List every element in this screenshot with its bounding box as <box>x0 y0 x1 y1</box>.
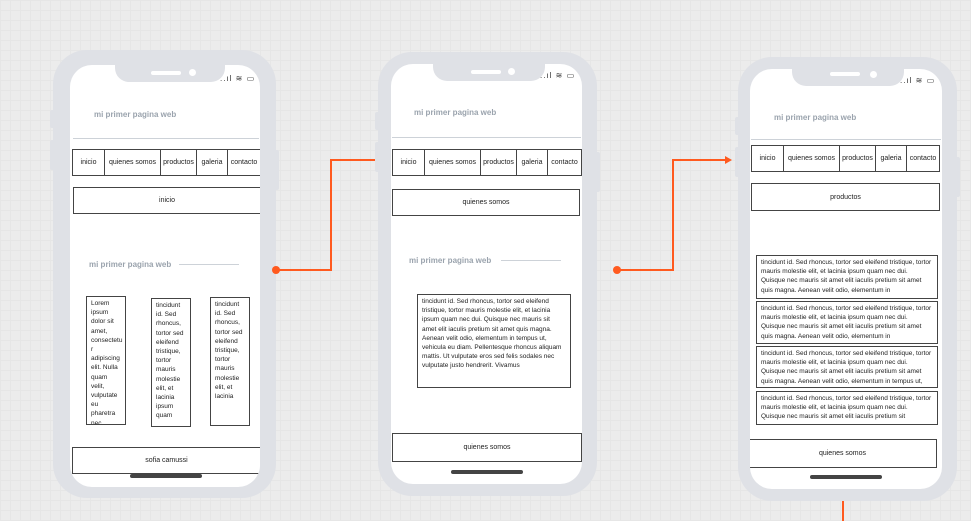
phone-side-button <box>735 117 740 135</box>
footer-box: quienes somos <box>392 433 582 462</box>
page-heading-box: quienes somos <box>392 189 580 216</box>
nav-item-inicio[interactable]: inicio <box>73 150 105 175</box>
text-paragraph: tincidunt id. Sed rhoncus, tortor sed el… <box>417 294 571 388</box>
connector-line <box>672 159 725 161</box>
connector-arrowhead <box>725 156 732 164</box>
nav-item-galeria[interactable]: galeria <box>876 146 907 171</box>
text-paragraph-1: tincidunt id. Sed rhoncus, tortor sed el… <box>756 255 938 299</box>
connector-line <box>842 501 844 521</box>
nav-item-contacto[interactable]: contacto <box>548 150 581 175</box>
status-icons: ..ıl ≋ ▭ <box>540 71 576 80</box>
text-column-2: tincidunt id. Sed rhoncus, tortor sed el… <box>151 298 191 427</box>
nav-item-productos[interactable]: productos <box>161 150 197 175</box>
text-column-3: tincidunt id. Sed rhoncus, tortor sed el… <box>210 297 250 426</box>
status-icons: ..ıl ≋ ▭ <box>220 74 256 83</box>
phone-side-button <box>375 142 380 172</box>
phone-side-button <box>955 157 960 197</box>
section-rule <box>179 264 239 265</box>
divider <box>392 137 581 138</box>
nav-item-productos[interactable]: productos <box>840 146 876 171</box>
section-title: mi primer pagina web <box>89 260 172 269</box>
nav-item-quienes-somos[interactable]: quienes somos <box>105 150 161 175</box>
phone-mockup-2: ..ıl ≋ ▭ mi primer pagina web inicio qui… <box>375 52 600 496</box>
phone-side-button <box>595 152 600 192</box>
phone-mockup-1: ..ıl ≋ ▭ mi primer pagina web inicio qui… <box>50 50 279 498</box>
page-heading-box: productos <box>751 183 940 211</box>
nav-bar[interactable]: inicio quienes somos productos galeria c… <box>72 149 260 176</box>
phone-side-button <box>50 140 55 170</box>
connector-line <box>672 160 674 271</box>
phone-side-button <box>735 147 740 177</box>
divider <box>73 138 259 139</box>
home-indicator <box>130 474 202 478</box>
connector-line <box>617 269 674 271</box>
nav-item-productos[interactable]: productos <box>481 150 517 175</box>
text-paragraph-2: tincidunt id. Sed rhoncus, tortor sed el… <box>756 301 938 344</box>
footer-box: sofia camussi <box>72 447 260 474</box>
speaker <box>151 71 181 75</box>
nav-item-quienes-somos[interactable]: quienes somos <box>425 150 481 175</box>
text-paragraph-3: tincidunt id. Sed rhoncus, tortor sed el… <box>756 346 938 388</box>
divider <box>751 139 941 140</box>
phone-side-button <box>375 112 380 130</box>
connector-line <box>330 160 332 271</box>
status-icons: ..ıl ≋ ▭ <box>900 76 936 85</box>
nav-item-contacto[interactable]: contacto <box>228 150 260 175</box>
phone-screen: ..ıl ≋ ▭ mi primer pagina web inicio qui… <box>391 64 582 484</box>
connector-line <box>276 269 331 271</box>
nav-item-contacto[interactable]: contacto <box>907 146 939 171</box>
text-paragraph-4: tincidunt id. Sed rhoncus, tortor sed el… <box>756 391 938 425</box>
camera <box>870 71 877 78</box>
speaker <box>830 72 860 76</box>
phone-side-button <box>274 150 279 190</box>
phone-screen: ..ıl ≋ ▭ mi primer pagina web inicio qui… <box>70 65 260 487</box>
site-title: mi primer pagina web <box>414 108 497 117</box>
site-title: mi primer pagina web <box>774 113 857 122</box>
connector-line <box>330 159 378 161</box>
nav-item-galeria[interactable]: galeria <box>517 150 548 175</box>
nav-bar[interactable]: inicio quienes somos productos galeria c… <box>751 145 940 172</box>
nav-item-quienes-somos[interactable]: quienes somos <box>784 146 840 171</box>
footer-box: quienes somos <box>750 439 937 468</box>
phone-mockup-3: ..ıl ≋ ▭ mi primer pagina web inicio qui… <box>735 57 960 501</box>
speaker <box>471 70 501 74</box>
phone-screen: ..ıl ≋ ▭ mi primer pagina web inicio qui… <box>750 69 942 489</box>
nav-item-inicio[interactable]: inicio <box>752 146 784 171</box>
site-title: mi primer pagina web <box>94 110 177 119</box>
nav-item-galeria[interactable]: galeria <box>197 150 228 175</box>
home-indicator <box>451 470 523 474</box>
nav-item-inicio[interactable]: inicio <box>393 150 425 175</box>
page-heading-box: inicio <box>73 187 260 214</box>
camera <box>508 68 515 75</box>
section-title: mi primer pagina web <box>409 256 492 265</box>
section-rule <box>501 260 561 261</box>
phone-side-button <box>50 110 55 128</box>
camera <box>189 69 196 76</box>
nav-bar[interactable]: inicio quienes somos productos galeria c… <box>392 149 582 176</box>
text-column-1: Lorem ipsum dolor sit amet, consectetu r… <box>86 296 126 425</box>
home-indicator <box>810 475 882 479</box>
